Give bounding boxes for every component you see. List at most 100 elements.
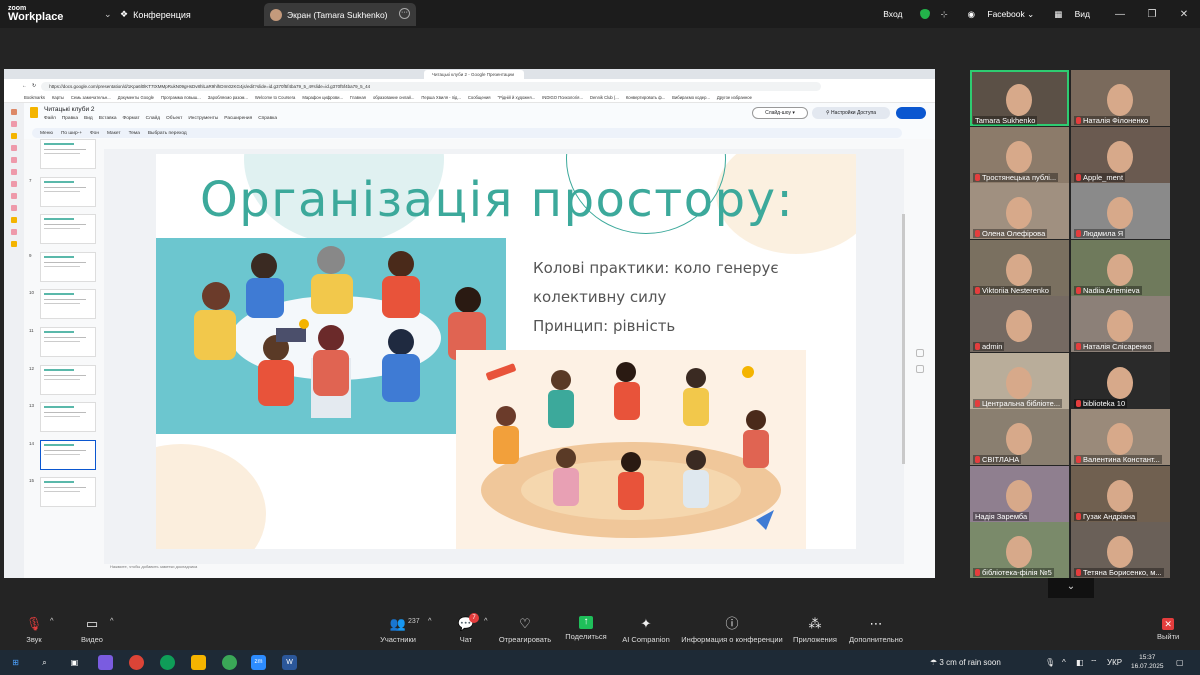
app-icon[interactable] — [11, 121, 17, 127]
participant-tile[interactable]: Viktoriia Nesterenko — [970, 239, 1069, 296]
address-bar[interactable]: https://docs.google.com/presentation/d/1… — [41, 81, 822, 91]
bookmark-item[interactable]: Конвертировать ф... — [626, 95, 665, 100]
participant-tile[interactable]: Валентина Констант... — [1071, 409, 1170, 465]
menu-item-4[interactable]: Формат — [123, 116, 140, 121]
document-title[interactable]: Читацькі клуби 2 — [44, 106, 95, 113]
vertical-scrollbar[interactable] — [902, 214, 905, 464]
task-view-icon[interactable]: ▣ — [67, 655, 82, 670]
bookmark-item[interactable]: образование онлай... — [373, 95, 414, 100]
slide-thumbnail[interactable] — [26, 214, 102, 246]
menu-item-3[interactable]: Вставка — [99, 116, 117, 121]
bookmark-item[interactable]: Сообщения — [468, 95, 491, 100]
audio-button[interactable]: 🎙 Звук — [20, 616, 48, 644]
slide-thumbnail[interactable]: 10 — [26, 289, 102, 321]
zoom-app-icon[interactable]: zm — [251, 655, 266, 670]
bookmark-item[interactable]: "Рідній й художня... — [498, 95, 536, 100]
minimize-icon[interactable]: — — [1104, 9, 1136, 20]
maximize-icon[interactable]: ❐ — [1136, 9, 1168, 20]
expand-icon[interactable] — [916, 365, 924, 373]
menu-item-7[interactable]: Инструменты — [188, 116, 218, 121]
apps-button[interactable]: ⁂ Приложения — [790, 616, 840, 644]
app-icon[interactable] — [11, 229, 17, 235]
video-caret-icon[interactable]: ^ — [110, 616, 114, 625]
share-screen-button[interactable]: ↑ Поделиться — [563, 616, 609, 641]
app-icon[interactable] — [11, 169, 17, 175]
toolbar-item-2[interactable]: Фон — [90, 131, 99, 136]
app-icon[interactable] — [11, 217, 17, 223]
slide-filmstrip[interactable]: 7 9 10 11 12 13 14 15 — [26, 139, 102, 564]
participant-tile[interactable]: Центральна бібліоте... — [970, 352, 1069, 409]
slideshow-button[interactable]: Слайд-шоу ▾ — [752, 107, 808, 119]
participant-tile[interactable]: Nadiia Artemieva — [1071, 239, 1170, 296]
menu-item-5[interactable]: Слайд — [146, 116, 160, 121]
view-button[interactable]: ▦ Вид — [1044, 9, 1090, 20]
copilot-icon[interactable] — [98, 655, 113, 670]
app-icon[interactable] — [11, 133, 17, 139]
windows-start-icon[interactable]: ⊞ — [8, 655, 23, 670]
gallery-scroll-down-icon[interactable]: ⌄ — [1048, 578, 1094, 598]
current-slide[interactable]: Організація простору: Колові практики: к… — [156, 154, 856, 549]
participant-tile[interactable]: бібліотека-філія №5 — [970, 522, 1069, 578]
reload-icon[interactable]: ↻ — [32, 83, 36, 89]
app-icon[interactable] — [11, 157, 17, 163]
bookmark-item[interactable]: Перша Хвиля - під... — [421, 95, 460, 100]
slide-thumbnail[interactable]: 14 — [26, 439, 102, 472]
chrome-profile-icon[interactable] — [160, 655, 175, 670]
participant-tile[interactable]: Людмила Я — [1071, 183, 1170, 239]
toolbar-item-4[interactable]: Тема — [129, 131, 140, 136]
comment-icon[interactable] — [916, 349, 924, 357]
participant-tile[interactable]: СВІТЛАНА — [970, 409, 1069, 465]
chrome-icon[interactable] — [129, 655, 144, 670]
menu-item-1[interactable]: Правка — [62, 116, 78, 121]
system-clock[interactable]: 15:37 16.07.2025 — [1131, 653, 1164, 671]
file-explorer-icon[interactable] — [191, 655, 206, 670]
bookmark-item[interactable]: Карты — [52, 95, 64, 100]
participant-tile[interactable]: biblioteka 10 — [1071, 352, 1170, 409]
browser-tab[interactable]: Читацькі клуби 2 - Google Презентации — [424, 70, 524, 79]
more-icon[interactable]: ··· — [399, 8, 410, 19]
app-icon[interactable] — [11, 181, 17, 187]
participant-tile[interactable]: Тростянецька публі... — [970, 126, 1069, 183]
toolbar-item-5[interactable]: Выбрать переход — [148, 131, 187, 136]
toolbar-item-1[interactable]: По шир-+ — [61, 131, 82, 136]
screen-share-tab[interactable]: Экран (Tamara Sukhenko) ··· — [264, 3, 416, 26]
tray-mic-icon[interactable]: 🎙 — [1045, 650, 1055, 675]
participant-tile[interactable]: Наталія Філоненко — [1071, 70, 1170, 126]
more-button[interactable]: ⋯ Дополнительно — [846, 616, 906, 644]
chrome-alt-icon[interactable] — [222, 655, 237, 670]
slide-thumbnail[interactable] — [26, 139, 102, 171]
slide-thumbnail[interactable]: 11 — [26, 326, 102, 359]
app-icon[interactable] — [11, 193, 17, 199]
slide-thumbnail[interactable]: 7 — [26, 176, 102, 209]
participant-tile[interactable]: Олена Олефірова — [970, 183, 1069, 239]
access-settings-button[interactable]: ⚲ Настройки Доступа — [812, 107, 890, 119]
bookmark-item[interactable]: Bookmarks — [24, 95, 45, 100]
bookmark-item[interactable]: Другое избранное — [717, 95, 752, 100]
menu-item-0[interactable]: Файл — [44, 116, 56, 121]
signal-icon[interactable]: ⊹ — [940, 9, 947, 20]
tray-expand-icon[interactable]: ^ — [1062, 650, 1066, 675]
app-icon[interactable] — [11, 241, 17, 247]
shield-icon[interactable] — [920, 9, 931, 19]
conference-menu[interactable]: ❖ Конференция — [120, 9, 191, 20]
tray-network-icon[interactable]: ⌔ — [1090, 650, 1098, 675]
slide-thumbnail[interactable]: 15 — [26, 477, 102, 509]
bookmark-item[interactable]: Марафон цифрови... — [302, 95, 343, 100]
participant-tile[interactable]: Наталія Слісаренко — [1071, 296, 1170, 352]
toolbar-item-3[interactable]: Макет — [107, 131, 121, 136]
participant-tile[interactable]: Гузак Андріана — [1071, 465, 1170, 522]
participant-tile[interactable]: Tamara Sukhenko — [970, 70, 1069, 126]
participant-tile[interactable]: Apple_ment — [1071, 126, 1170, 183]
slide-thumbnail[interactable]: 13 — [26, 402, 102, 434]
bookmark-item[interactable]: Заробляємо разом... — [208, 95, 248, 100]
react-button[interactable]: ♡ Отреагировать — [496, 616, 554, 644]
participant-tile[interactable]: Тетяна Борисенко, м... — [1071, 522, 1170, 578]
search-icon[interactable]: ⌕ — [37, 655, 52, 670]
shared-screen[interactable]: Читацькі клуби 2 - Google Презентации ← … — [4, 69, 935, 578]
menu-item-9[interactable]: Справка — [258, 116, 277, 121]
bookmark-item[interactable]: Документы Google — [118, 95, 154, 100]
toolbar-item-0[interactable]: Меню — [40, 131, 53, 136]
chat-caret-icon[interactable]: ^ — [484, 616, 488, 625]
leave-button[interactable]: ✕ Выйти — [1157, 618, 1179, 641]
participants-caret-icon[interactable]: ^ — [428, 616, 432, 625]
